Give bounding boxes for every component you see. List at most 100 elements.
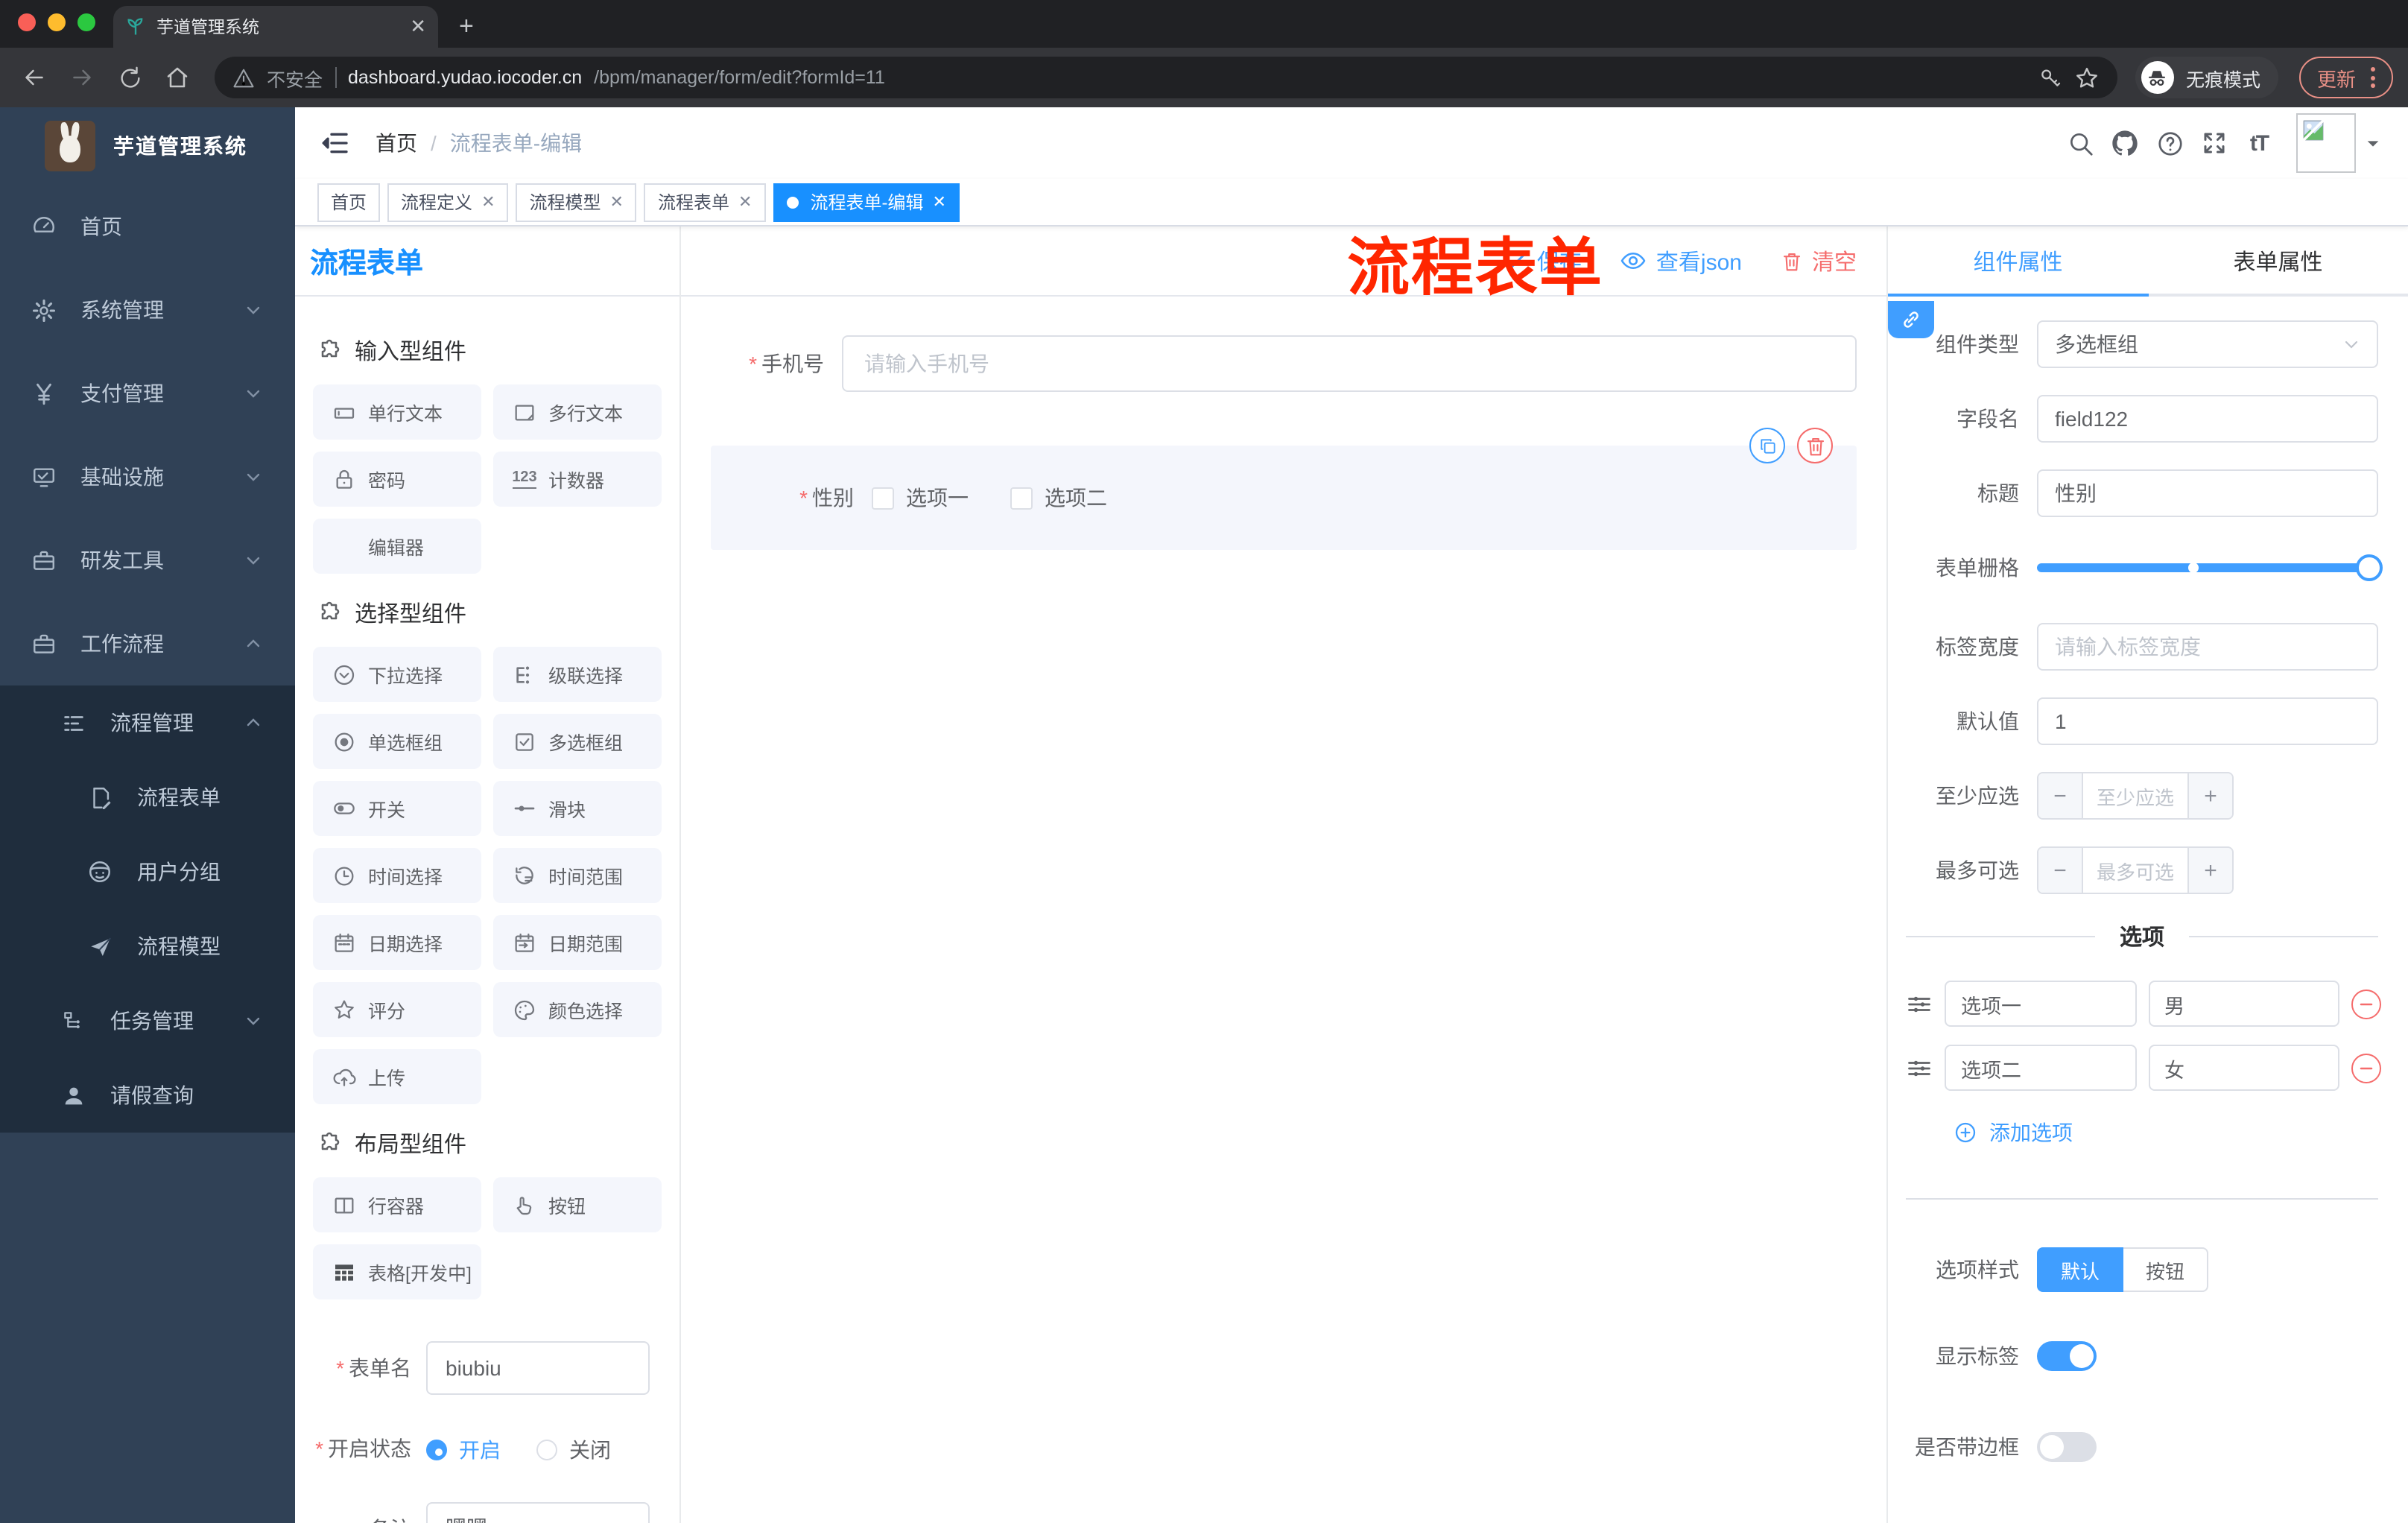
avatar[interactable] xyxy=(2296,113,2356,173)
radio-关闭[interactable]: 关闭 xyxy=(536,1435,611,1465)
component-下拉选择[interactable]: 下拉选择 xyxy=(313,647,481,702)
option-value-input[interactable]: 女 xyxy=(2148,1045,2339,1091)
copy-component-button[interactable] xyxy=(1749,428,1785,463)
macos-traffic-lights[interactable] xyxy=(18,13,95,31)
style-option-按钮[interactable]: 按钮 xyxy=(2123,1247,2209,1292)
tag-流程模型[interactable]: 流程模型 ✕ xyxy=(516,183,637,221)
chrome-update-button[interactable]: 更新 xyxy=(2298,57,2393,98)
tag-close-icon[interactable]: ✕ xyxy=(610,192,624,212)
sidebar-item-首页[interactable]: 首页 xyxy=(0,185,295,268)
home-icon[interactable] xyxy=(158,58,197,97)
sidebar-item-工作流程[interactable]: 工作流程 xyxy=(0,602,295,685)
component-编辑器[interactable]: 编辑器 xyxy=(313,519,481,574)
tag-流程表单-编辑[interactable]: 流程表单-编辑 ✕ xyxy=(773,183,960,221)
component-日期选择[interactable]: 日期选择 xyxy=(313,915,481,970)
component-type-select[interactable]: 多选框组 xyxy=(2037,320,2378,368)
tag-首页[interactable]: 首页 xyxy=(317,183,381,221)
checkbox-选项二[interactable]: 选项二 xyxy=(1010,483,1107,513)
component-上传[interactable]: 上传 xyxy=(313,1049,481,1104)
plus-button[interactable]: + xyxy=(2187,773,2232,818)
title-input[interactable]: 性别 xyxy=(2037,469,2378,517)
component-开关[interactable]: 开关 xyxy=(313,781,481,836)
password-key-icon[interactable] xyxy=(2038,66,2062,89)
label-width-input[interactable]: 请输入标签宽度 xyxy=(2037,623,2378,671)
canvas-field-phone[interactable]: 手机号 请输入手机号 xyxy=(711,335,1857,392)
close-window-button[interactable] xyxy=(18,13,36,31)
component-颜色选择[interactable]: 颜色选择 xyxy=(493,982,662,1037)
new-tab-button[interactable]: + xyxy=(459,12,474,48)
drag-sliders-icon[interactable] xyxy=(1906,1054,1933,1081)
component-滑块[interactable]: 滑块 xyxy=(493,781,662,836)
tab-close-icon[interactable]: ✕ xyxy=(410,15,426,39)
browser-menu-icon[interactable] xyxy=(2371,67,2375,88)
phone-input[interactable]: 请输入手机号 xyxy=(842,335,1857,392)
component-多选框组[interactable]: 多选框组 xyxy=(493,714,662,769)
breadcrumb-home[interactable]: 首页 xyxy=(376,128,417,158)
sidebar-item-任务管理[interactable]: 任务管理 xyxy=(0,984,295,1058)
tag-流程表单[interactable]: 流程表单 ✕ xyxy=(644,183,766,221)
sidebar-item-流程管理[interactable]: 流程管理 xyxy=(0,685,295,760)
minimize-window-button[interactable] xyxy=(48,13,66,31)
component-日期范围[interactable]: 日期范围 xyxy=(493,915,662,970)
field-name-input[interactable]: field122 xyxy=(2037,395,2378,443)
checkbox-box[interactable] xyxy=(872,487,894,509)
default-value-input[interactable]: 1 xyxy=(2037,697,2378,745)
tag-流程定义[interactable]: 流程定义 ✕ xyxy=(387,183,509,221)
address-bar[interactable]: 不安全 dashboard.yudao.iocoder.cn/bpm/manag… xyxy=(215,57,2117,98)
bookmark-star-icon[interactable] xyxy=(2074,65,2100,90)
component-密码[interactable]: 密码 xyxy=(313,452,481,507)
form-name-input[interactable]: biubiu xyxy=(426,1341,650,1395)
help-icon[interactable] xyxy=(2147,121,2192,165)
sidebar-item-基础设施[interactable]: 基础设施 xyxy=(0,435,295,519)
zoom-window-button[interactable] xyxy=(77,13,95,31)
minus-button[interactable]: − xyxy=(2038,848,2083,893)
toggle-是否带边框[interactable] xyxy=(2037,1432,2097,1462)
tag-close-icon[interactable]: ✕ xyxy=(738,192,752,212)
component-时间范围[interactable]: 时间范围 xyxy=(493,848,662,903)
reload-icon[interactable] xyxy=(110,58,149,97)
security-label[interactable]: 不安全 xyxy=(267,63,323,92)
search-icon[interactable] xyxy=(2058,121,2103,165)
clear-button[interactable]: 清空 xyxy=(1781,245,1857,276)
checkbox-box[interactable] xyxy=(1010,487,1033,509)
sidebar-item-流程模型[interactable]: 流程模型 xyxy=(0,909,295,984)
sidebar-collapse-icon[interactable] xyxy=(316,124,355,162)
view-json-button[interactable]: 查看json xyxy=(1620,245,1742,276)
forward-icon[interactable] xyxy=(63,58,101,97)
field-link-tab[interactable] xyxy=(1888,301,1934,338)
grid-slider[interactable] xyxy=(2037,554,2383,581)
sidebar-item-流程表单[interactable]: 流程表单 xyxy=(0,760,295,835)
sidebar-item-研发工具[interactable]: 研发工具 xyxy=(0,519,295,602)
fullscreen-icon[interactable] xyxy=(2192,121,2237,165)
remark-textarea[interactable]: 嘿嘿 xyxy=(426,1502,650,1523)
component-行容器[interactable]: 行容器 xyxy=(313,1177,481,1232)
toggle-显示标签[interactable] xyxy=(2037,1341,2097,1371)
remove-option-button[interactable] xyxy=(2351,1053,2381,1083)
tag-close-icon[interactable]: ✕ xyxy=(932,192,945,212)
browser-tab[interactable]: 芋道管理系统 ✕ xyxy=(113,6,438,48)
component-按钮[interactable]: 按钮 xyxy=(493,1177,662,1232)
component-单行文本[interactable]: 单行文本 xyxy=(313,384,481,440)
drag-sliders-icon[interactable] xyxy=(1906,990,1933,1017)
component-计数器[interactable]: 123 计数器 xyxy=(493,452,662,507)
option-value-input[interactable]: 男 xyxy=(2148,981,2339,1027)
option-label-input[interactable]: 选项二 xyxy=(1945,1045,2136,1091)
plus-button[interactable]: + xyxy=(2187,848,2232,893)
chevron-down-icon[interactable] xyxy=(2365,135,2381,151)
option-label-input[interactable]: 选项一 xyxy=(1945,981,2136,1027)
component-单选框组[interactable]: 单选框组 xyxy=(313,714,481,769)
tab-表单属性[interactable]: 表单属性 xyxy=(2148,227,2408,295)
canvas-field-gender-selected[interactable]: 性别 选项一 选项二 xyxy=(711,428,1857,550)
style-option-默认[interactable]: 默认 xyxy=(2037,1247,2124,1292)
tag-close-icon[interactable]: ✕ xyxy=(481,192,495,212)
font-size-icon[interactable]: tT xyxy=(2237,121,2281,165)
delete-component-button[interactable] xyxy=(1797,428,1833,463)
remove-option-button[interactable] xyxy=(2351,989,2381,1019)
sidebar-item-支付管理[interactable]: 支付管理 xyxy=(0,352,295,435)
tab-组件属性[interactable]: 组件属性 xyxy=(1888,227,2148,297)
github-icon[interactable] xyxy=(2103,121,2147,165)
minus-button[interactable]: − xyxy=(2038,773,2083,818)
component-评分[interactable]: 评分 xyxy=(313,982,481,1037)
slider-handle[interactable] xyxy=(2356,554,2383,581)
sidebar-item-系统管理[interactable]: 系统管理 xyxy=(0,268,295,352)
